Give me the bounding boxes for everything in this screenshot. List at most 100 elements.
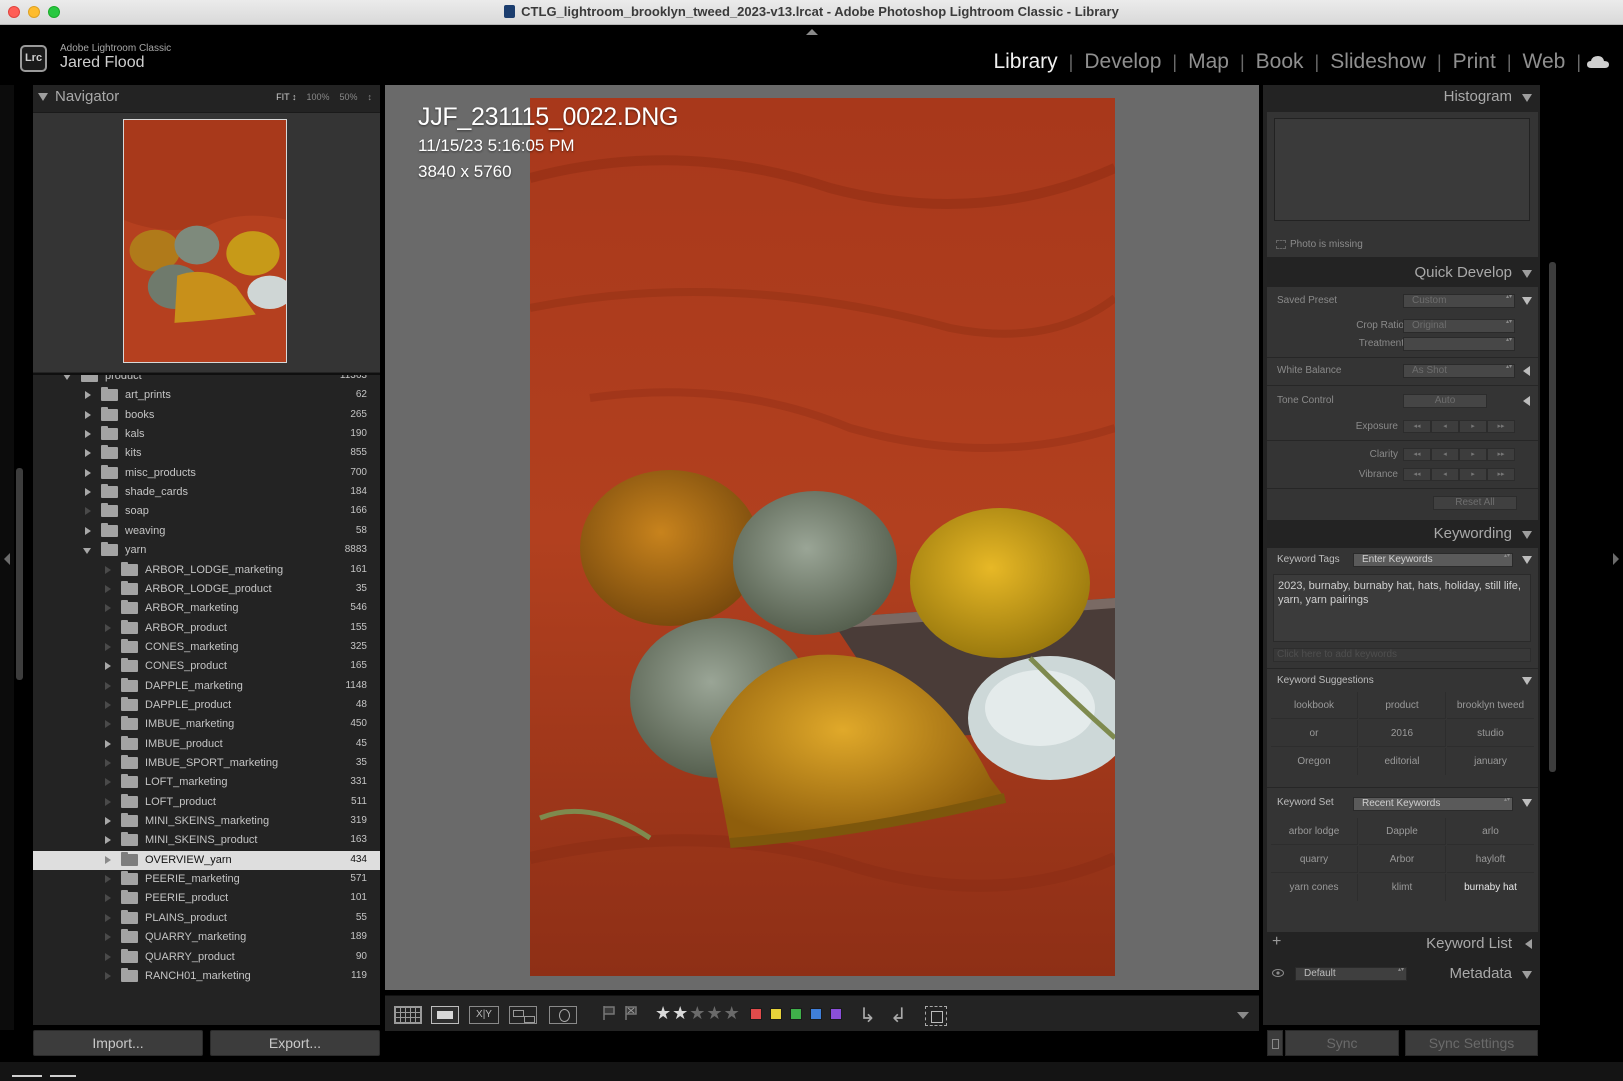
rating-star-icon[interactable]: ★ [706,1003,723,1023]
folder-row-quarry-marketing[interactable]: QUARRY_marketing 189 [33,928,380,947]
rating-star-icon[interactable]: ★ [724,1003,741,1023]
survey-view-icon[interactable] [509,1006,537,1024]
zoom-fit[interactable]: FIT ↕ [276,92,296,102]
sync-button[interactable]: Sync [1285,1030,1399,1056]
folder-row-shade-cards[interactable]: shade_cards 184 [33,483,380,502]
exposure-stepper[interactable]: ◂◂ ◂ ▸ ▸▸ [1403,420,1515,433]
suggested-keyword[interactable]: product [1359,692,1446,719]
navigator-preview[interactable] [33,112,380,372]
clarity-down-small[interactable]: ◂ [1431,448,1459,461]
keyword-set-keyword[interactable]: burnaby hat [1447,874,1534,901]
navigator-thumbnail[interactable] [123,119,287,363]
folder-expand-icon[interactable] [85,410,91,419]
folder-expand-icon[interactable] [105,817,111,826]
suggested-keyword[interactable]: brooklyn tweed [1447,692,1534,719]
exposure-up-large[interactable]: ▸▸ [1487,420,1515,433]
histogram-header[interactable]: Histogram [1263,85,1540,109]
folder-row-peerie-product[interactable]: PEERIE_product 101 [33,889,380,908]
module-develop[interactable]: Develop [1073,50,1172,74]
saved-preset-disclosure-icon[interactable] [1522,297,1532,305]
auto-sync-switch[interactable] [1267,1030,1283,1056]
clarity-down-large[interactable]: ◂◂ [1403,448,1431,461]
suggested-keyword[interactable]: or [1271,720,1358,747]
keyword-suggestions-disclosure-icon[interactable] [1522,677,1532,685]
add-keywords-input[interactable]: Click here to add keywords [1273,648,1531,662]
keyword-tags-mode-dropdown[interactable]: Enter Keywords [1353,553,1513,567]
color-label-swatch[interactable] [770,1008,782,1020]
suggested-keyword[interactable]: Oregon [1271,748,1358,775]
folder-row-arbor-product[interactable]: ARBOR_product 155 [33,619,380,638]
folder-row-kits[interactable]: kits 855 [33,444,380,463]
keyword-set-keyword[interactable]: arlo [1447,818,1534,845]
keywording-header[interactable]: Keywording [1263,522,1540,546]
vibrance-down-small[interactable]: ◂ [1431,468,1459,481]
folder-expand-icon[interactable] [85,488,91,497]
module-slideshow[interactable]: Slideshow [1319,50,1437,74]
folder-row-loft-product[interactable]: LOFT_product 511 [33,793,380,812]
module-print[interactable]: Print [1442,50,1507,74]
color-label-swatch[interactable] [810,1008,822,1020]
folder-row-quarry-product[interactable]: QUARRY_product 90 [33,948,380,967]
loupe-view-icon[interactable] [431,1006,459,1024]
people-view-icon[interactable] [549,1006,577,1024]
keyword-set-keyword[interactable]: arbor lodge [1271,818,1358,845]
crop-icon[interactable] [925,1006,947,1026]
collapse-triangle-icon[interactable] [1522,94,1532,102]
folder-row-mini-skeins-product[interactable]: MINI_SKEINS_product 163 [33,831,380,850]
zoom-100[interactable]: 100% [306,92,329,102]
exposure-down-large[interactable]: ◂◂ [1403,420,1431,433]
keyword-set-keyword[interactable]: Arbor [1359,846,1446,873]
main-photo[interactable] [530,98,1115,976]
folder-collapse-icon[interactable] [63,375,71,380]
keyword-set-keyword[interactable]: klimt [1359,874,1446,901]
tone-control-expand-icon[interactable] [1523,396,1530,406]
vibrance-up-small[interactable]: ▸ [1459,468,1487,481]
folder-row-arbor-marketing[interactable]: ARBOR_marketing 546 [33,599,380,618]
zoom-50[interactable]: 50% [339,92,357,102]
folder-row-arbor-lodge-marketing[interactable]: ARBOR_LODGE_marketing 161 [33,561,380,580]
grid-view-icon[interactable] [394,1006,422,1024]
folder-row-dapple-marketing[interactable]: DAPPLE_marketing 1148 [33,677,380,696]
folder-row-product[interactable]: product 11363 [33,375,380,386]
right-panel-toggle-icon[interactable] [1613,553,1619,565]
rating-star-icon[interactable]: ★ [655,1003,672,1023]
metadata-preset-dropdown[interactable]: Default [1295,967,1407,981]
reject-flag-icon[interactable] [625,1006,637,1020]
add-keyword-icon[interactable]: + [1272,933,1281,951]
import-button[interactable]: Import... [33,1030,203,1056]
clarity-up-small[interactable]: ▸ [1459,448,1487,461]
collapse-triangle-icon[interactable] [1522,270,1532,278]
folder-collapse-icon[interactable] [83,548,91,555]
folder-row-yarn[interactable]: yarn 8883 [33,541,380,560]
compare-view-icon[interactable]: X|Y [469,1006,499,1024]
collapse-triangle-icon[interactable] [38,93,48,101]
sync-settings-button[interactable]: Sync Settings [1405,1030,1538,1056]
folder-row-mini-skeins-marketing[interactable]: MINI_SKEINS_marketing 319 [33,812,380,831]
left-panel-scrollbar[interactable] [16,468,23,680]
folder-expand-icon[interactable] [85,449,91,458]
folder-expand-icon[interactable] [85,468,91,477]
folder-row-imbue-sport-marketing[interactable]: IMBUE_SPORT_marketing 35 [33,754,380,773]
keyword-set-keyword[interactable]: hayloft [1447,846,1534,873]
collapse-triangle-icon[interactable] [1522,971,1532,979]
saved-preset-dropdown[interactable]: Custom [1403,294,1515,308]
folder-row-plains-product[interactable]: PLAINS_product 55 [33,909,380,928]
right-panel-scrollbar[interactable] [1549,262,1556,772]
vibrance-down-large[interactable]: ◂◂ [1403,468,1431,481]
rating-star-icon[interactable]: ★ [672,1003,689,1023]
pick-flag-icon[interactable] [603,1006,615,1020]
rotate-left-icon[interactable]: ↳ [859,1003,876,1028]
folder-row-peerie-marketing[interactable]: PEERIE_marketing 571 [33,870,380,889]
folder-row-overview-yarn[interactable]: OVERVIEW_yarn 434 [33,850,380,870]
folder-row-cones-product[interactable]: CONES_product 165 [33,657,380,676]
suggested-keyword[interactable]: lookbook [1271,692,1358,719]
folder-row-imbue-product[interactable]: IMBUE_product 45 [33,735,380,754]
folder-row-books[interactable]: books 265 [33,406,380,425]
folder-expand-icon[interactable] [85,430,91,439]
export-button[interactable]: Export... [210,1030,380,1056]
expand-triangle-icon[interactable] [1525,939,1532,949]
folder-expand-icon[interactable] [105,739,111,748]
keyword-set-keyword[interactable]: Dapple [1359,818,1446,845]
color-label-swatch[interactable] [750,1008,762,1020]
folder-row-soap[interactable]: soap 166 [33,502,380,521]
